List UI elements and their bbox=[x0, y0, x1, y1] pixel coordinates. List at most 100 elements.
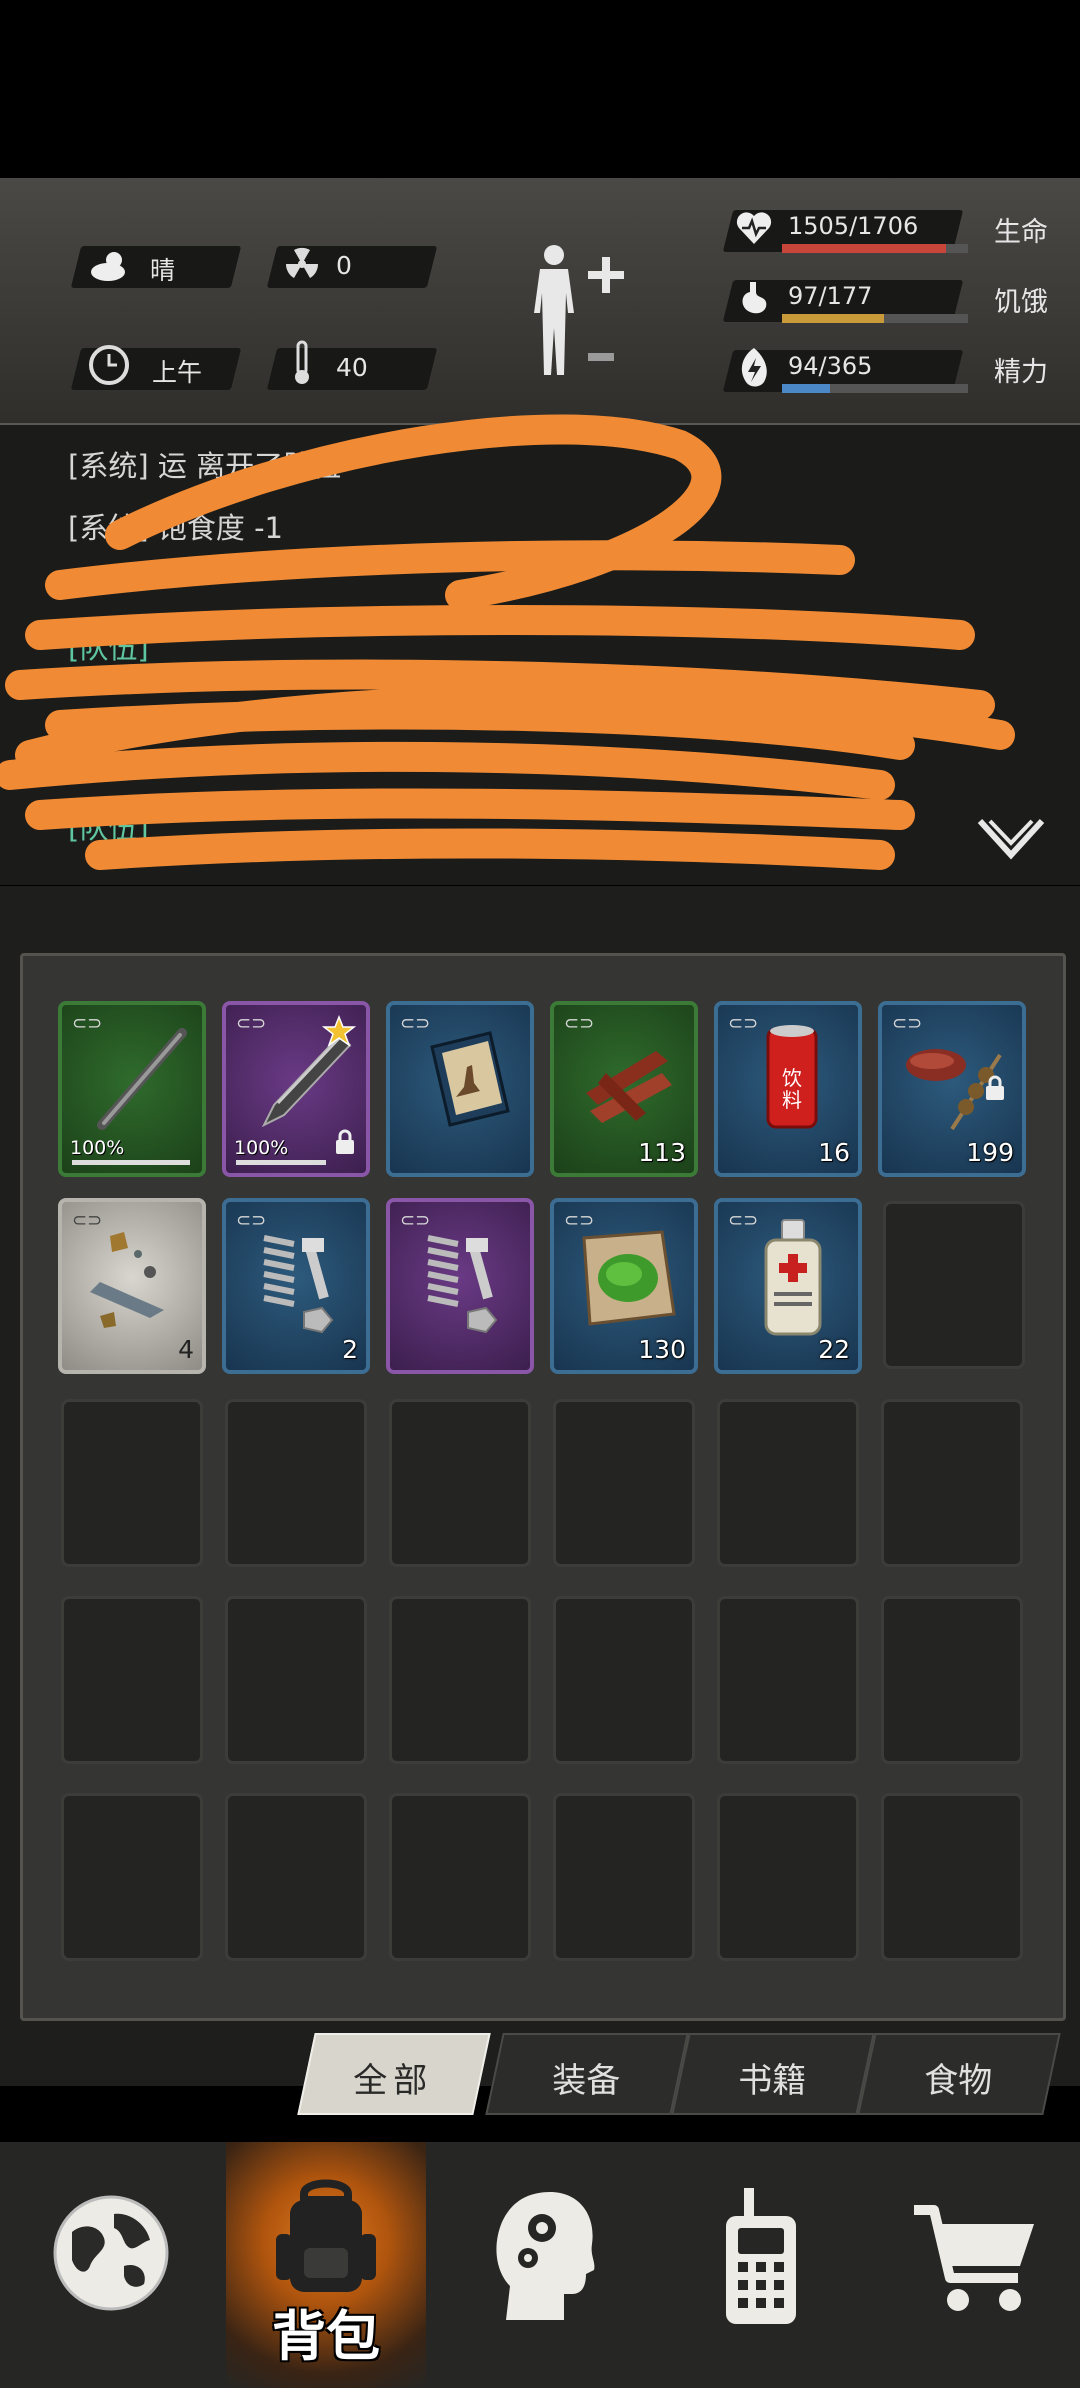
nav-shop-button[interactable] bbox=[870, 2142, 1070, 2388]
item-slot-stick[interactable]: ⊂⊃ 100% bbox=[58, 1001, 206, 1177]
cart-icon bbox=[914, 2205, 1034, 2311]
empty-slot[interactable] bbox=[553, 1596, 695, 1764]
empty-slot[interactable] bbox=[61, 1399, 203, 1567]
item-count: 130 bbox=[638, 1335, 686, 1364]
body-figure-icon[interactable] bbox=[522, 243, 632, 378]
item-slot-spring-bolt[interactable]: ⊂⊃ bbox=[386, 1198, 534, 1374]
durability-text: 100% bbox=[234, 1137, 289, 1159]
hunger-bar bbox=[782, 314, 968, 323]
temperature-value: 40 bbox=[336, 353, 368, 382]
link-icon: ⊂⊃ bbox=[564, 1013, 595, 1034]
energy-icon bbox=[741, 348, 767, 387]
item-slot-herb[interactable]: ⊂⊃ 130 bbox=[550, 1198, 698, 1374]
tab-equipment[interactable]: 装备 bbox=[485, 2033, 689, 2115]
tab-label: 书籍 bbox=[738, 2061, 807, 2101]
item-count: 16 bbox=[818, 1138, 850, 1167]
item-slot-book[interactable]: ⊂⊃ bbox=[386, 1001, 534, 1177]
durability-bar bbox=[236, 1160, 326, 1165]
nav-backpack-label: 背包 bbox=[272, 2305, 380, 2368]
radiation-value: 0 bbox=[336, 251, 352, 280]
empty-slot[interactable] bbox=[389, 1399, 531, 1567]
medicine-bottle-icon bbox=[764, 1219, 822, 1336]
radiation-icon bbox=[285, 247, 319, 278]
spring-bolt-icon bbox=[427, 1235, 498, 1334]
stomach-icon bbox=[742, 282, 767, 314]
hunger-bar-fill bbox=[782, 314, 884, 323]
can-label: 饮料 bbox=[782, 1066, 802, 1112]
item-count: 22 bbox=[818, 1335, 850, 1364]
weather-text: 晴 bbox=[150, 256, 176, 285]
tab-label: 装备 bbox=[552, 2061, 621, 2101]
tab-food[interactable]: 食物 bbox=[857, 2033, 1061, 2115]
hunger-label: 饥饿 bbox=[994, 287, 1048, 318]
link-icon: ⊂⊃ bbox=[728, 1013, 759, 1034]
item-slot-jerky[interactable]: ⊂⊃ 113 bbox=[550, 1001, 698, 1177]
star-icon bbox=[322, 1015, 356, 1047]
durability-bar bbox=[72, 1160, 190, 1165]
thermometer-icon bbox=[295, 340, 309, 384]
hunger-text: 97/177 bbox=[788, 282, 873, 310]
spring-bolt-icon bbox=[263, 1235, 334, 1334]
nav-radio-button[interactable] bbox=[660, 2142, 860, 2388]
item-count: 4 bbox=[178, 1335, 194, 1364]
lock-icon bbox=[986, 1075, 1004, 1100]
nav-map-button[interactable] bbox=[10, 2142, 210, 2388]
globe-icon bbox=[53, 2195, 169, 2311]
message-log[interactable]: [系统] 运 离开了队伍 [系统] 饱食度 -1 [队伍] [队伍] bbox=[0, 414, 1080, 885]
item-slot-spring-bolt[interactable]: ⊂⊃ 2 bbox=[222, 1198, 370, 1374]
chevron-down-icon[interactable] bbox=[976, 817, 1046, 861]
walkie-talkie-icon bbox=[726, 2188, 796, 2324]
empty-slot[interactable] bbox=[61, 1793, 203, 1961]
item-slot-medicine-bottle[interactable]: ⊂⊃ 22 bbox=[714, 1198, 862, 1374]
empty-slot[interactable] bbox=[553, 1793, 695, 1961]
empty-slot[interactable] bbox=[389, 1596, 531, 1764]
nav-backpack-button[interactable]: 背包 bbox=[226, 2142, 426, 2388]
empty-slot[interactable] bbox=[881, 1793, 1023, 1961]
empty-slot[interactable] bbox=[225, 1399, 367, 1567]
nav-skills-button[interactable] bbox=[440, 2142, 640, 2388]
brain-head-icon bbox=[496, 2192, 595, 2320]
jerky-icon bbox=[586, 1051, 672, 1123]
item-slot-meat-skewer[interactable]: ⊂⊃ 199 bbox=[878, 1001, 1026, 1177]
health-bar bbox=[782, 244, 968, 253]
lock-icon bbox=[336, 1129, 354, 1154]
item-slot-drink-can[interactable]: ⊂⊃ 饮料 16 bbox=[714, 1001, 862, 1177]
backpack-icon bbox=[276, 2179, 376, 2292]
herb-icon bbox=[582, 1230, 676, 1326]
empty-slot[interactable] bbox=[883, 1201, 1025, 1369]
empty-slot[interactable] bbox=[881, 1596, 1023, 1764]
stick-icon bbox=[97, 1028, 187, 1130]
cloud-sun-icon bbox=[91, 252, 125, 281]
health-text: 1505/1706 bbox=[788, 212, 919, 240]
energy-label: 精力 bbox=[994, 357, 1048, 388]
item-count: 2 bbox=[342, 1335, 358, 1364]
item-slot-scrap[interactable]: ⊂⊃ 4 bbox=[58, 1198, 206, 1374]
empty-slot[interactable] bbox=[225, 1793, 367, 1961]
empty-slot[interactable] bbox=[553, 1399, 695, 1567]
empty-slot[interactable] bbox=[225, 1596, 367, 1764]
empty-slot[interactable] bbox=[717, 1596, 859, 1764]
link-icon: ⊂⊃ bbox=[892, 1013, 923, 1034]
empty-slot[interactable] bbox=[717, 1399, 859, 1567]
item-slot-machete[interactable]: ⊂⊃ 100% bbox=[222, 1001, 370, 1177]
tab-label: 食物 bbox=[924, 2061, 993, 2101]
health-bar-fill bbox=[782, 244, 947, 253]
empty-slot[interactable] bbox=[717, 1793, 859, 1961]
book-icon bbox=[430, 1031, 510, 1127]
inventory-grid: ⊂⊃ 100% ⊂⊃ 100% ⊂⊃ ⊂⊃ 113 ⊂⊃ 饮料 16 ⊂⊃ 19… bbox=[20, 953, 1066, 2021]
heart-icon bbox=[736, 212, 772, 244]
empty-slot[interactable] bbox=[389, 1793, 531, 1961]
tab-books[interactable]: 书籍 bbox=[671, 2033, 875, 2115]
link-icon: ⊂⊃ bbox=[728, 1210, 759, 1231]
tab-label: 全部 bbox=[353, 2061, 434, 2101]
clock-icon bbox=[89, 345, 129, 385]
scrap-icon bbox=[90, 1232, 164, 1328]
health-label: 生命 bbox=[994, 217, 1048, 248]
empty-slot[interactable] bbox=[881, 1399, 1023, 1567]
empty-slot[interactable] bbox=[61, 1596, 203, 1764]
tab-all[interactable]: 全部 bbox=[297, 2033, 491, 2115]
item-count: 113 bbox=[638, 1138, 686, 1167]
durability-text: 100% bbox=[70, 1137, 125, 1159]
time-text: 上午 bbox=[152, 358, 203, 387]
scribble-overlay bbox=[0, 414, 1015, 870]
